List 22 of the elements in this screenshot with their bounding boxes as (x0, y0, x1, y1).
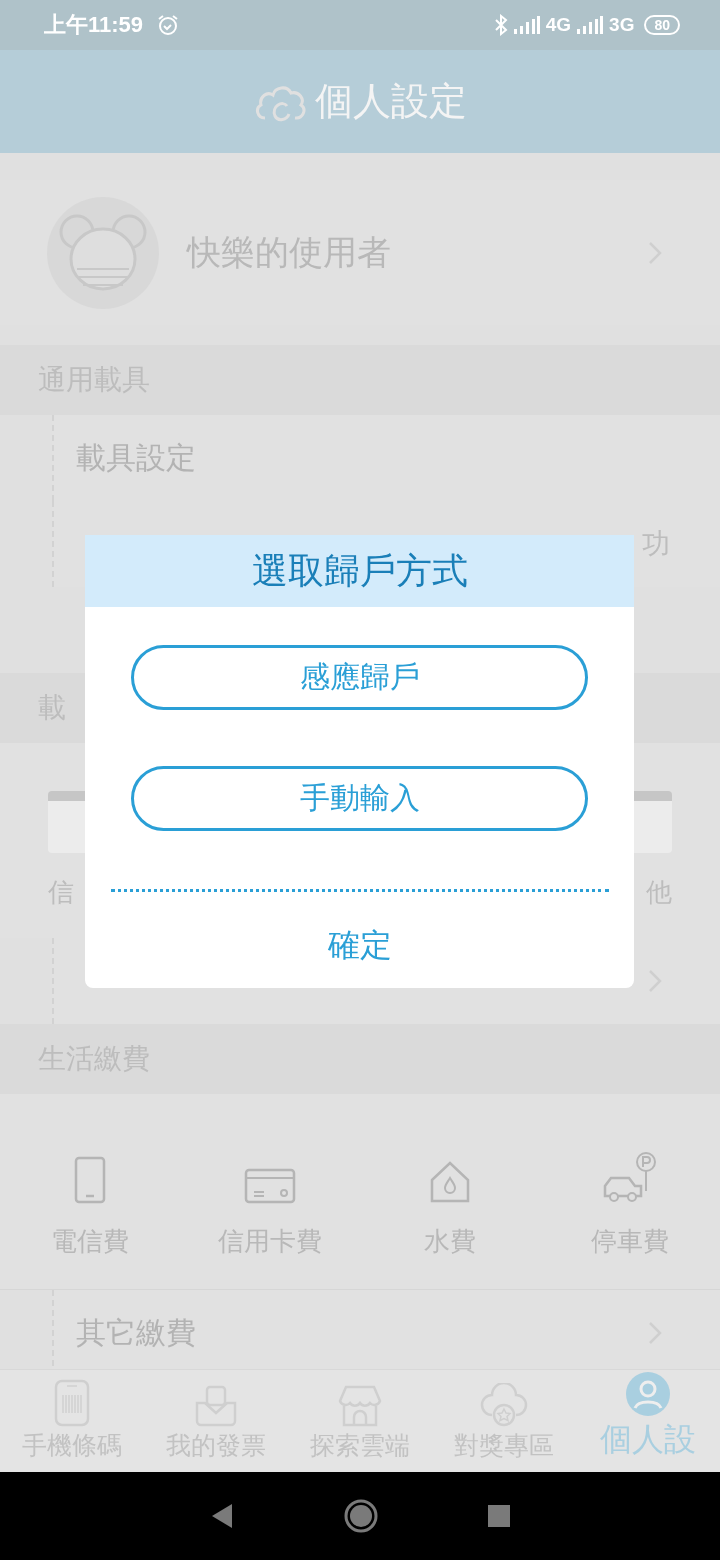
phone-icon[interactable] (74, 1156, 106, 1204)
signal-icon (513, 16, 540, 34)
person-icon (626, 1372, 670, 1416)
car-parking-icon[interactable] (602, 1152, 658, 1204)
option-button[interactable]: 手動輸入 (131, 766, 588, 831)
battery-level: 80 (644, 15, 680, 35)
confirm-button[interactable]: 確定 (317, 920, 402, 972)
signal-icon (577, 16, 604, 34)
home-icon[interactable] (344, 1499, 378, 1533)
bluetooth-icon (493, 14, 508, 36)
option-button[interactable]: 感應歸戶 (131, 645, 588, 710)
page-title: 個人設定 (315, 78, 467, 125)
house-drop-icon[interactable] (428, 1160, 472, 1204)
network-type: 4G (545, 14, 572, 36)
back-icon[interactable] (210, 1503, 234, 1529)
recents-icon[interactable] (488, 1505, 510, 1527)
tab[interactable]: 個人設 (576, 1370, 720, 1472)
alarm-icon (157, 14, 180, 36)
credit-card-icon[interactable] (244, 1168, 296, 1204)
network-type: 3G (609, 14, 635, 36)
dialog-title: 選取歸戶方式 (251, 548, 468, 593)
status-time: 上午11:59 (44, 11, 144, 39)
